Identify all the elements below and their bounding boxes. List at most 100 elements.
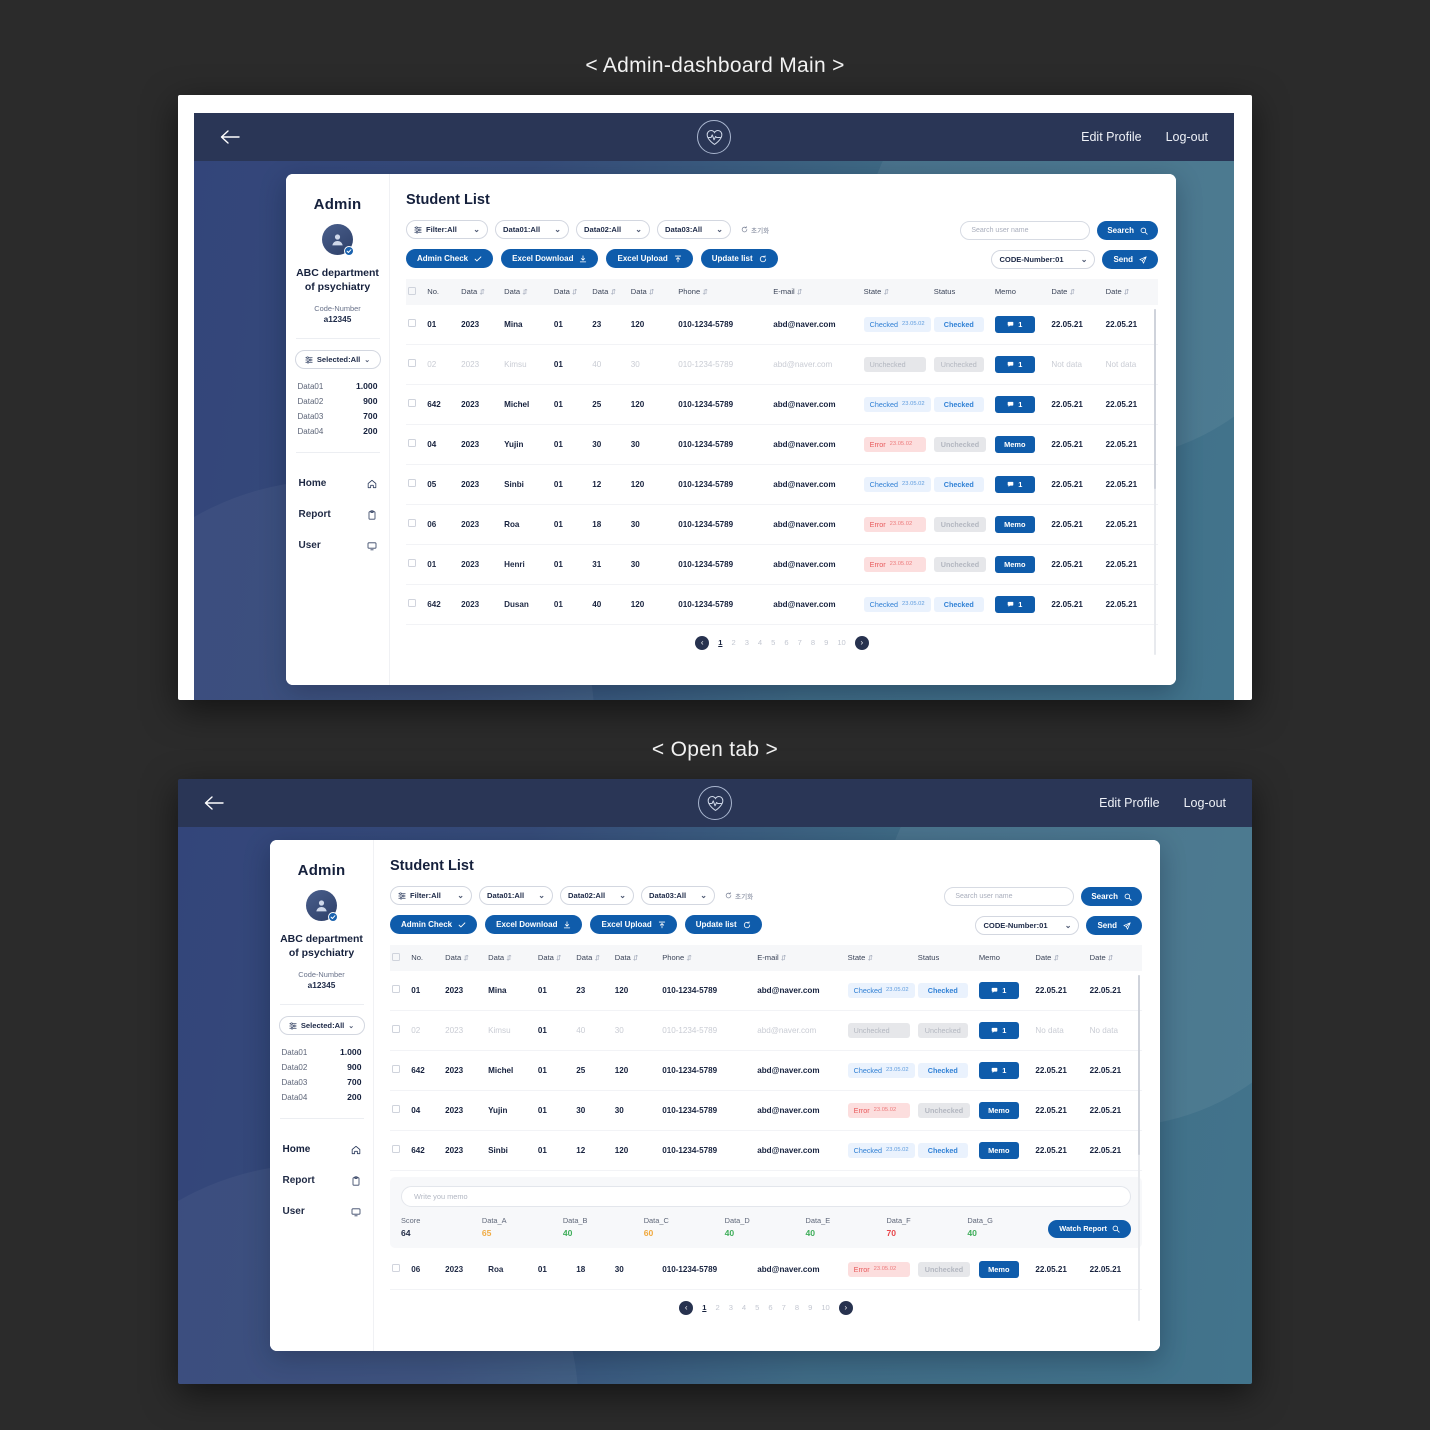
row-checkbox-cell[interactable]	[406, 344, 426, 385]
data02-dropdown[interactable]: Data02:All ⌄	[560, 886, 634, 905]
excel-download-button[interactable]: Excel Download	[501, 249, 599, 268]
cell-memo[interactable]: Memo	[992, 504, 1050, 545]
avatar[interactable]	[306, 890, 338, 922]
row-checkbox[interactable]	[408, 319, 416, 327]
col-data-2[interactable]: Data ⇵	[502, 279, 552, 305]
page-3[interactable]: 3	[729, 1303, 733, 1312]
excel-upload-button[interactable]: Excel Upload	[606, 249, 693, 268]
cell-memo[interactable]: 1	[992, 464, 1050, 505]
page-10[interactable]: 10	[837, 638, 845, 647]
cell-memo[interactable]: 1	[992, 584, 1050, 625]
row-checkbox[interactable]	[392, 1065, 400, 1073]
cell-memo[interactable]: 1	[976, 1050, 1034, 1091]
page-6[interactable]: 6	[784, 638, 788, 647]
row-checkbox-cell[interactable]	[390, 1130, 410, 1171]
sidebar-item-user[interactable]: User	[280, 1196, 364, 1227]
sidebar-item-user[interactable]: User	[296, 530, 380, 561]
table-row[interactable]: 01 2023 Mina 01 23 120 010-1234-5789 abd@naver.…	[406, 304, 1158, 345]
row-checkbox-cell[interactable]	[406, 504, 426, 545]
page-4[interactable]: 4	[758, 638, 762, 647]
cell-memo[interactable]: Memo	[992, 544, 1050, 585]
col-email[interactable]: E-mail ⇵	[771, 279, 862, 305]
memo-button[interactable]: Memo	[978, 1141, 1019, 1159]
logout-link[interactable]: Log-out	[1184, 796, 1226, 810]
row-checkbox-cell[interactable]	[390, 1010, 410, 1051]
memo-button[interactable]: Memo	[978, 1101, 1019, 1119]
page-9[interactable]: 9	[824, 638, 828, 647]
cell-memo[interactable]: Memo	[976, 1130, 1034, 1171]
page-2[interactable]: 2	[731, 638, 735, 647]
memo-button[interactable]: Memo	[978, 1260, 1019, 1278]
row-checkbox[interactable]	[392, 985, 400, 993]
col-data-5[interactable]: Data ⇵	[628, 279, 677, 305]
row-checkbox[interactable]	[392, 1145, 400, 1153]
row-checkbox-cell[interactable]	[390, 1050, 410, 1091]
row-checkbox-cell[interactable]	[406, 544, 426, 585]
row-checkbox-cell[interactable]	[390, 1249, 410, 1290]
memo-count-button[interactable]: 1	[978, 981, 1019, 999]
row-checkbox-cell[interactable]	[390, 970, 410, 1011]
select-all-checkbox[interactable]	[392, 953, 400, 961]
memo-count-button[interactable]: 1	[994, 595, 1035, 613]
chevron-left-icon[interactable]: ‹	[695, 635, 710, 650]
select-all-checkbox-cell[interactable]	[390, 945, 410, 971]
row-checkbox-cell[interactable]	[390, 1090, 410, 1131]
page-7[interactable]: 7	[798, 638, 802, 647]
search-button[interactable]: Search	[1097, 221, 1158, 240]
row-checkbox-cell[interactable]	[406, 304, 426, 345]
admin-check-button[interactable]: Admin Check	[406, 249, 494, 268]
cell-memo[interactable]: Memo	[976, 1249, 1034, 1290]
sidebar-selected-dropdown[interactable]: Selected:All ⌄	[294, 350, 381, 370]
row-checkbox[interactable]	[408, 479, 416, 487]
page-9[interactable]: 9	[808, 1303, 812, 1312]
page-7[interactable]: 7	[782, 1303, 786, 1312]
data01-dropdown[interactable]: Data01:All ⌄	[479, 886, 553, 905]
col-data-2[interactable]: Data ⇵	[486, 945, 536, 971]
row-checkbox-cell[interactable]	[406, 424, 426, 465]
table-row[interactable]: 642 2023 Sinbi 01 12 120 010-1234-5789 abd@nave…	[390, 1130, 1142, 1171]
row-checkbox[interactable]	[408, 439, 416, 447]
memo-button[interactable]: Memo	[994, 555, 1035, 573]
col-date-2[interactable]: Date ⇵	[1103, 279, 1158, 305]
table-row[interactable]: 02 2023 Kimsu 01 40 30 010-1234-5789 abd@naver.…	[406, 344, 1158, 385]
chevron-right-icon[interactable]: ›	[838, 1300, 853, 1315]
col-email[interactable]: E-mail ⇵	[755, 945, 846, 971]
search-input[interactable]: Search user name	[944, 887, 1075, 906]
memo-input[interactable]: Write you memo	[401, 1185, 1131, 1207]
filter-all-dropdown[interactable]: Filter:All ⌄	[406, 220, 488, 239]
page-10[interactable]: 10	[821, 1303, 829, 1312]
table-row[interactable]: 642 2023 Michel 01 25 120 010-1234-5789 abd@nav…	[390, 1050, 1142, 1091]
data03-dropdown[interactable]: Data03:All ⌄	[657, 220, 731, 239]
cell-memo[interactable]: 1	[992, 384, 1050, 425]
col-state[interactable]: State ⇵	[845, 945, 916, 971]
row-checkbox[interactable]	[392, 1264, 400, 1272]
row-checkbox[interactable]	[408, 399, 416, 407]
table-row[interactable]: 04 2023 Yujin 01 30 30 010-1234-5789 abd@naver.…	[390, 1090, 1142, 1131]
table-row[interactable]: 06 2023 Roa 01 18 30 010-1234-5789 abd@naver.co…	[406, 504, 1158, 545]
col-date-1[interactable]: Date ⇵	[1033, 945, 1088, 971]
chevron-right-icon[interactable]: ›	[854, 635, 869, 650]
memo-count-button[interactable]: 1	[978, 1061, 1019, 1079]
col-phone[interactable]: Phone ⇵	[676, 279, 772, 305]
page-1[interactable]: 1	[718, 638, 722, 647]
row-checkbox[interactable]	[392, 1105, 400, 1113]
arrow-left-icon[interactable]	[204, 796, 226, 810]
select-all-checkbox[interactable]	[408, 287, 416, 295]
page-4[interactable]: 4	[742, 1303, 746, 1312]
reset-filters-button[interactable]: 초기화	[741, 225, 769, 235]
table-row[interactable]: 02 2023 Kimsu 01 40 30 010-1234-5789 abd@naver.…	[390, 1010, 1142, 1051]
sidebar-item-report[interactable]: Report	[296, 499, 380, 530]
watch-report-button[interactable]: Watch Report	[1048, 1219, 1132, 1238]
table-row[interactable]: 06 2023 Roa 01 18 30 010-1234-5789 abd@naver.co…	[390, 1249, 1142, 1290]
data02-dropdown[interactable]: Data02:All ⌄	[576, 220, 650, 239]
select-all-checkbox-cell[interactable]	[406, 279, 426, 305]
col-data-3[interactable]: Data ⇵	[535, 945, 575, 971]
memo-count-button[interactable]: 1	[994, 315, 1035, 333]
page-6[interactable]: 6	[768, 1303, 772, 1312]
row-checkbox[interactable]	[408, 519, 416, 527]
memo-button[interactable]: Memo	[994, 435, 1035, 453]
memo-count-button[interactable]: 1	[994, 395, 1035, 413]
update-list-button[interactable]: Update list	[700, 249, 778, 268]
cell-memo[interactable]: Memo	[976, 1090, 1034, 1131]
table-row[interactable]: 642 2023 Michel 01 25 120 010-1234-5789 abd@nav…	[406, 384, 1158, 425]
